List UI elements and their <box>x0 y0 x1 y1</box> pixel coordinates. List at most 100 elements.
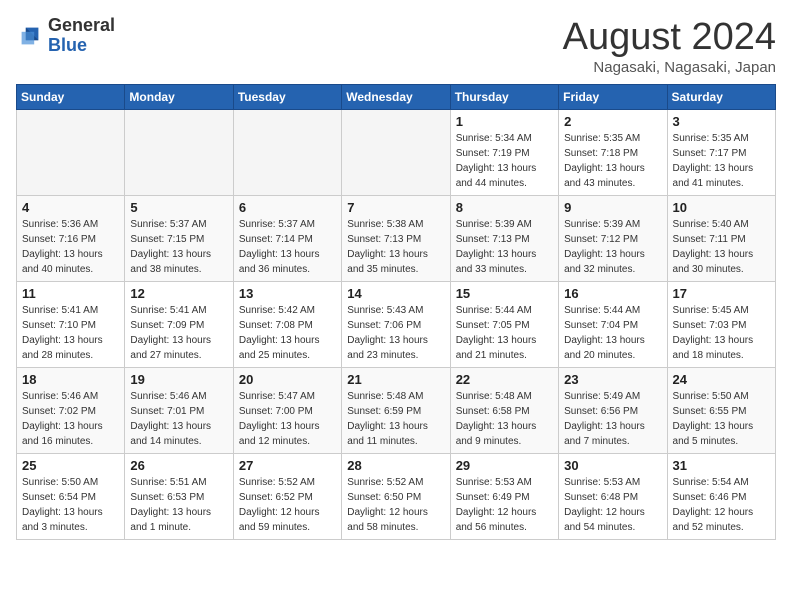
day-info: Sunrise: 5:52 AM Sunset: 6:52 PM Dayligh… <box>239 475 336 535</box>
day-info: Sunrise: 5:37 AM Sunset: 7:14 PM Dayligh… <box>239 217 336 277</box>
calendar-cell: 20Sunrise: 5:47 AM Sunset: 7:00 PM Dayli… <box>233 368 341 454</box>
calendar-cell: 2 Sunrise: 5:35 AM Sunset: 7:18 PM Daylig… <box>559 110 667 196</box>
day-info: Sunrise: 5:49 AM Sunset: 6:56 PM Dayligh… <box>564 389 661 449</box>
calendar-cell: 30 Sunrise: 5:53 AM Sunset: 6:48 PM Dayli… <box>559 454 667 540</box>
weekday-header: Saturday <box>667 85 775 110</box>
day-number: 28 <box>347 458 444 473</box>
day-info: Sunrise: 5:39 AM Sunset: 7:13 PM Dayligh… <box>456 217 553 277</box>
calendar-cell: 16 Sunrise: 5:44 AM Sunset: 7:04 PM Dayli… <box>559 282 667 368</box>
day-number: 8 <box>456 200 553 215</box>
calendar-cell: 21Sunrise: 5:48 AM Sunset: 6:59 PM Dayli… <box>342 368 450 454</box>
day-number: 25 <box>22 458 119 473</box>
day-number: 6 <box>239 200 336 215</box>
calendar-cell <box>233 110 341 196</box>
day-number: 31 <box>673 458 770 473</box>
day-number: 5 <box>130 200 227 215</box>
calendar-cell: 29 Sunrise: 5:53 AM Sunset: 6:49 PM Dayli… <box>450 454 558 540</box>
day-number: 15 <box>456 286 553 301</box>
day-info: Sunrise: 5:40 AM Sunset: 7:11 PM Dayligh… <box>673 217 770 277</box>
day-info: Sunrise: 5:38 AM Sunset: 7:13 PM Dayligh… <box>347 217 444 277</box>
calendar-cell: 31 Sunrise: 5:54 AM Sunset: 6:46 PM Dayli… <box>667 454 775 540</box>
day-number: 18 <box>22 372 119 387</box>
day-number: 16 <box>564 286 661 301</box>
day-number: 26 <box>130 458 227 473</box>
calendar-cell: 24 Sunrise: 5:50 AM Sunset: 6:55 PM Dayli… <box>667 368 775 454</box>
day-info: Sunrise: 5:48 AM Sunset: 6:58 PM Dayligh… <box>456 389 553 449</box>
location: Nagasaki, Nagasaki, Japan <box>563 59 776 76</box>
day-number: 30 <box>564 458 661 473</box>
day-info: Sunrise: 5:53 AM Sunset: 6:48 PM Dayligh… <box>564 475 661 535</box>
day-info: Sunrise: 5:46 AM Sunset: 7:02 PM Dayligh… <box>22 389 119 449</box>
calendar-cell: 23 Sunrise: 5:49 AM Sunset: 6:56 PM Dayli… <box>559 368 667 454</box>
calendar-cell: 6 Sunrise: 5:37 AM Sunset: 7:14 PM Daylig… <box>233 196 341 282</box>
calendar-cell <box>125 110 233 196</box>
day-info: Sunrise: 5:41 AM Sunset: 7:09 PM Dayligh… <box>130 303 227 363</box>
calendar-cell: 7 Sunrise: 5:38 AM Sunset: 7:13 PM Daylig… <box>342 196 450 282</box>
month-title: August 2024 <box>563 16 776 59</box>
logo-blue: Blue <box>48 36 115 56</box>
calendar-cell: 18 Sunrise: 5:46 AM Sunset: 7:02 PM Dayli… <box>17 368 125 454</box>
day-info: Sunrise: 5:52 AM Sunset: 6:50 PM Dayligh… <box>347 475 444 535</box>
day-number: 13 <box>239 286 336 301</box>
day-info: Sunrise: 5:50 AM Sunset: 6:55 PM Dayligh… <box>673 389 770 449</box>
calendar-cell: 27Sunrise: 5:52 AM Sunset: 6:52 PM Dayli… <box>233 454 341 540</box>
day-number: 7 <box>347 200 444 215</box>
calendar-table: SundayMondayTuesdayWednesdayThursdayFrid… <box>16 84 776 540</box>
day-info: Sunrise: 5:47 AM Sunset: 7:00 PM Dayligh… <box>239 389 336 449</box>
calendar-cell <box>342 110 450 196</box>
day-number: 2 <box>564 114 661 129</box>
day-number: 1 <box>456 114 553 129</box>
weekday-header: Monday <box>125 85 233 110</box>
day-number: 23 <box>564 372 661 387</box>
calendar-cell: 15 Sunrise: 5:44 AM Sunset: 7:05 PM Dayli… <box>450 282 558 368</box>
calendar-cell: 9 Sunrise: 5:39 AM Sunset: 7:12 PM Daylig… <box>559 196 667 282</box>
day-info: Sunrise: 5:36 AM Sunset: 7:16 PM Dayligh… <box>22 217 119 277</box>
weekday-header-row: SundayMondayTuesdayWednesdayThursdayFrid… <box>17 85 776 110</box>
day-info: Sunrise: 5:35 AM Sunset: 7:18 PM Dayligh… <box>564 131 661 191</box>
day-info: Sunrise: 5:53 AM Sunset: 6:49 PM Dayligh… <box>456 475 553 535</box>
day-info: Sunrise: 5:50 AM Sunset: 6:54 PM Dayligh… <box>22 475 119 535</box>
day-info: Sunrise: 5:51 AM Sunset: 6:53 PM Dayligh… <box>130 475 227 535</box>
calendar-cell: 22 Sunrise: 5:48 AM Sunset: 6:58 PM Dayli… <box>450 368 558 454</box>
calendar-week-row: 18 Sunrise: 5:46 AM Sunset: 7:02 PM Dayli… <box>17 368 776 454</box>
calendar-cell: 3 Sunrise: 5:35 AM Sunset: 7:17 PM Daylig… <box>667 110 775 196</box>
day-info: Sunrise: 5:45 AM Sunset: 7:03 PM Dayligh… <box>673 303 770 363</box>
day-number: 22 <box>456 372 553 387</box>
logo-icon <box>16 22 44 50</box>
calendar-cell: 14 Sunrise: 5:43 AM Sunset: 7:06 PM Dayli… <box>342 282 450 368</box>
weekday-header: Thursday <box>450 85 558 110</box>
calendar-week-row: 4 Sunrise: 5:36 AM Sunset: 7:16 PM Daylig… <box>17 196 776 282</box>
day-number: 24 <box>673 372 770 387</box>
day-number: 14 <box>347 286 444 301</box>
calendar-cell: 13Sunrise: 5:42 AM Sunset: 7:08 PM Dayli… <box>233 282 341 368</box>
day-number: 29 <box>456 458 553 473</box>
day-info: Sunrise: 5:44 AM Sunset: 7:04 PM Dayligh… <box>564 303 661 363</box>
day-info: Sunrise: 5:54 AM Sunset: 6:46 PM Dayligh… <box>673 475 770 535</box>
day-number: 9 <box>564 200 661 215</box>
day-number: 10 <box>673 200 770 215</box>
calendar-week-row: 1 Sunrise: 5:34 AM Sunset: 7:19 PM Daylig… <box>17 110 776 196</box>
day-info: Sunrise: 5:44 AM Sunset: 7:05 PM Dayligh… <box>456 303 553 363</box>
logo-text: General Blue <box>48 16 115 56</box>
calendar-cell: 1 Sunrise: 5:34 AM Sunset: 7:19 PM Daylig… <box>450 110 558 196</box>
day-number: 17 <box>673 286 770 301</box>
day-info: Sunrise: 5:35 AM Sunset: 7:17 PM Dayligh… <box>673 131 770 191</box>
day-number: 4 <box>22 200 119 215</box>
logo-general: General <box>48 16 115 36</box>
day-info: Sunrise: 5:41 AM Sunset: 7:10 PM Dayligh… <box>22 303 119 363</box>
day-number: 3 <box>673 114 770 129</box>
calendar-cell: 5 Sunrise: 5:37 AM Sunset: 7:15 PM Daylig… <box>125 196 233 282</box>
day-info: Sunrise: 5:37 AM Sunset: 7:15 PM Dayligh… <box>130 217 227 277</box>
day-info: Sunrise: 5:34 AM Sunset: 7:19 PM Dayligh… <box>456 131 553 191</box>
weekday-header: Wednesday <box>342 85 450 110</box>
calendar-week-row: 25 Sunrise: 5:50 AM Sunset: 6:54 PM Dayli… <box>17 454 776 540</box>
calendar-cell: 26 Sunrise: 5:51 AM Sunset: 6:53 PM Dayli… <box>125 454 233 540</box>
day-info: Sunrise: 5:39 AM Sunset: 7:12 PM Dayligh… <box>564 217 661 277</box>
calendar-week-row: 11Sunrise: 5:41 AM Sunset: 7:10 PM Dayli… <box>17 282 776 368</box>
weekday-header: Friday <box>559 85 667 110</box>
day-info: Sunrise: 5:48 AM Sunset: 6:59 PM Dayligh… <box>347 389 444 449</box>
day-info: Sunrise: 5:43 AM Sunset: 7:06 PM Dayligh… <box>347 303 444 363</box>
calendar-cell: 10 Sunrise: 5:40 AM Sunset: 7:11 PM Dayli… <box>667 196 775 282</box>
calendar-cell: 19Sunrise: 5:46 AM Sunset: 7:01 PM Dayli… <box>125 368 233 454</box>
logo: General Blue <box>16 16 115 56</box>
